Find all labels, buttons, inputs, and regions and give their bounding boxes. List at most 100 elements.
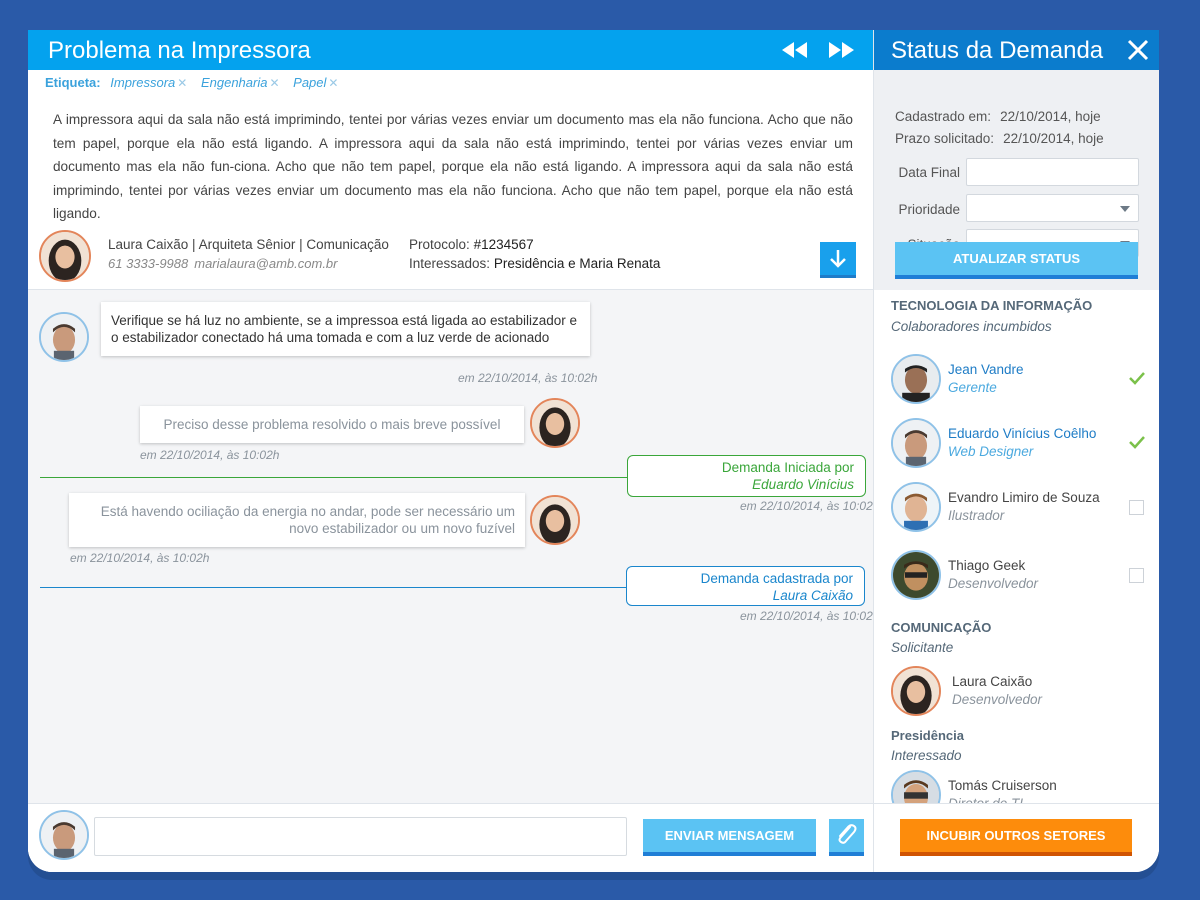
final-date-field[interactable] [966, 158, 1139, 186]
team-member[interactable]: Eduardo Vinícius Coêlho Web Designer [874, 418, 1159, 478]
demand-pane: Problema na Impressora Etiqueta: Impress… [28, 30, 873, 872]
fast-forward-icon [829, 42, 854, 58]
incubate-sectors-button[interactable]: INCUBIR OUTROS SETORES [900, 819, 1132, 856]
next-button[interactable] [826, 40, 856, 60]
send-message-button[interactable]: ENVIAR MENSAGEM [643, 819, 816, 856]
status-footer: INCUBIR OUTROS SETORES [874, 803, 1159, 872]
message-avatar [39, 312, 89, 362]
tag-remove-icon[interactable]: ✕ [269, 76, 279, 90]
paperclip-icon [838, 824, 857, 844]
close-icon [1127, 39, 1149, 61]
team-member[interactable]: Laura Caixão Desenvolvedor [874, 666, 1159, 726]
member-avatar [891, 482, 941, 532]
status-form: Cadastrado em: 22/10/2014, hoje Prazo sol… [874, 70, 1159, 290]
message-avatar [530, 398, 580, 448]
assign-checkbox[interactable] [1129, 568, 1144, 583]
section-subtitle: Solicitante [891, 640, 954, 655]
author-name: Laura Caixão | Arquiteta Sênior | Comuni… [108, 237, 389, 252]
tag-list: Etiqueta: Impressora ✕ Engenharia ✕ Papel ✕ [45, 75, 348, 90]
author-avatar [39, 230, 91, 282]
team-list: TECNOLOGIA DA INFORMAÇÃO Colaboradores i… [874, 290, 1159, 803]
author-email[interactable]: marialaura@amb.com.br [194, 256, 337, 271]
section-subtitle: Colaboradores incumbidos [891, 319, 1052, 334]
demand-description: A impressora aqui da sala não está impri… [53, 112, 853, 222]
interested-value: Presidência e Maria Renata [493, 256, 661, 271]
team-member[interactable]: Jean Vandre Gerente [874, 354, 1159, 414]
team-member[interactable]: Thiago Geek Desenvolvedor [874, 550, 1159, 610]
attach-button[interactable] [829, 819, 864, 856]
author-info: Laura Caixão | Arquiteta Sênior | Comuni… [28, 222, 873, 290]
assign-checkbox[interactable] [1129, 500, 1144, 515]
priority-label: Prioridade [898, 202, 960, 217]
rewind-icon [782, 42, 807, 58]
event-timestamp: em 22/10/2014, às 10:02h [740, 499, 873, 513]
member-role: Web Designer [948, 444, 1034, 459]
member-role: Gerente [948, 380, 997, 395]
protocol-label: Protocolo: [409, 237, 470, 252]
caret-down-icon [1120, 206, 1130, 212]
author-contact: 61 3333-9988 marialaura@amb.com.br [108, 256, 338, 271]
tag-remove-icon[interactable]: ✕ [177, 76, 187, 90]
tags-label: Etiqueta: [45, 75, 101, 90]
chat-area: Verifique se há luz no ambiente, se a im… [28, 290, 873, 803]
member-name: Jean Vandre [948, 362, 1024, 377]
member-name: Thiago Geek [948, 558, 1026, 573]
check-icon[interactable] [1128, 435, 1146, 449]
member-role: Ilustrador [948, 508, 1005, 523]
message-timestamp: em 22/10/2014, às 10:02h [458, 371, 598, 385]
author-phone: 61 3333-9988 [108, 256, 189, 271]
protocol-info: Protocolo: #1234567 [409, 237, 534, 252]
event-started: Demanda Iniciada por Eduardo Vinícius [627, 455, 866, 497]
tag-item[interactable]: Impressora ✕ [110, 75, 187, 90]
tag-remove-icon[interactable]: ✕ [328, 76, 338, 90]
chat-message: Preciso desse problema resolvido o mais … [140, 406, 524, 443]
tag-item[interactable]: Engenharia ✕ [201, 75, 280, 90]
member-role: Diretor de TI [948, 796, 1023, 803]
previous-button[interactable] [780, 40, 810, 60]
section-title: COMUNICAÇÃO [891, 620, 992, 635]
member-name: Eduardo Vinícius Coêlho [948, 426, 1097, 441]
member-name: Laura Caixão [952, 674, 1033, 689]
member-avatar [891, 418, 941, 468]
chat-message: Verifique se há luz no ambiente, se a im… [101, 302, 590, 356]
event-timestamp: em 22/10/2014, às 10:02h [740, 609, 873, 623]
registered-info: Cadastrado em: 22/10/2014, hoje [895, 109, 1101, 124]
requested-info: Prazo solicitado: 22/10/2014, hoje [895, 131, 1104, 146]
download-arrow-icon [830, 250, 846, 268]
member-name: Evandro Limiro de Souza [948, 490, 1100, 505]
interested-label: Interessados: [409, 256, 491, 271]
tag-item[interactable]: Papel ✕ [293, 75, 338, 90]
member-role: Desenvolvedor [952, 692, 1043, 707]
current-user-avatar [39, 810, 89, 860]
member-name: Tomás Cruiserson [948, 778, 1057, 793]
section-title: Presidência [891, 728, 964, 743]
demand-window: Problema na Impressora Etiqueta: Impress… [28, 30, 1159, 872]
message-timestamp: em 22/10/2014, às 10:02h [70, 551, 210, 565]
final-date-label: Data Final [898, 165, 960, 180]
demand-title: Problema na Impressora [48, 37, 311, 64]
message-composer: ENVIAR MENSAGEM [28, 803, 873, 872]
update-status-button[interactable]: ATUALIZAR STATUS [895, 242, 1138, 279]
event-line [40, 477, 628, 478]
event-line [40, 587, 628, 588]
section-subtitle: Interessado [891, 748, 962, 763]
status-title: Status da Demanda [891, 37, 1104, 64]
check-icon[interactable] [1128, 371, 1146, 385]
team-member[interactable]: Tomás Cruiserson Diretor de TI [874, 770, 1159, 803]
priority-select[interactable] [966, 194, 1139, 222]
message-timestamp: em 22/10/2014, às 10:02h [140, 448, 280, 462]
message-input[interactable] [94, 817, 627, 856]
member-avatar [891, 354, 941, 404]
team-member[interactable]: Evandro Limiro de Souza Ilustrador [874, 482, 1159, 542]
download-button[interactable] [820, 242, 856, 278]
interested-info: Interessados: Presidência e Maria Renata [409, 256, 660, 271]
protocol-value: #1234567 [473, 237, 534, 252]
member-role: Desenvolvedor [948, 576, 1039, 591]
close-button[interactable] [1126, 38, 1150, 62]
status-header: Status da Demanda [874, 30, 1159, 70]
member-avatar [891, 550, 941, 600]
event-registered: Demanda cadastrada por Laura Caixão [626, 566, 865, 606]
chat-message: Está havendo ociliação da energia no and… [69, 493, 525, 547]
message-avatar [530, 495, 580, 545]
member-avatar [891, 770, 941, 803]
